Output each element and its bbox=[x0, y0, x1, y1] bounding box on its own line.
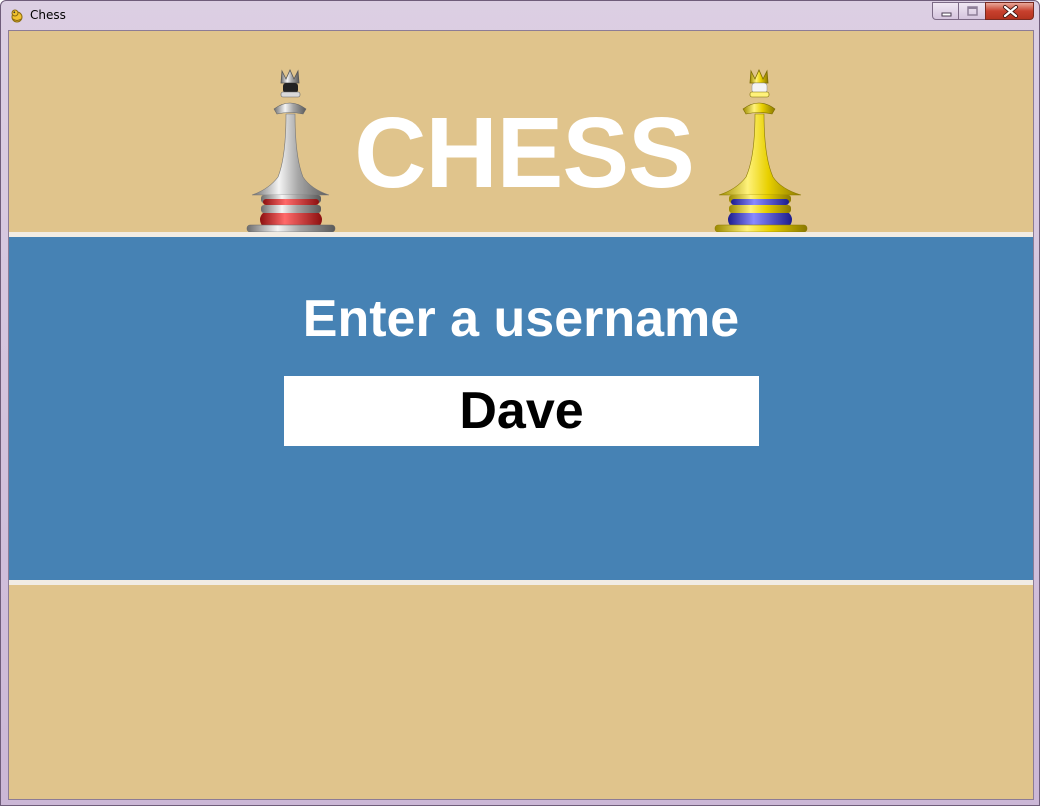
maximize-button[interactable] bbox=[958, 2, 986, 20]
white-queen-icon bbox=[714, 69, 808, 233]
game-canvas: CHESS Enter a username Dave bbox=[8, 30, 1034, 800]
pygame-snake-icon bbox=[10, 8, 24, 23]
minimize-button[interactable] bbox=[932, 2, 959, 20]
username-input[interactable] bbox=[284, 376, 759, 446]
username-prompt: Enter a username bbox=[302, 290, 740, 348]
minimize-icon bbox=[941, 12, 952, 17]
close-button[interactable] bbox=[985, 2, 1034, 20]
window-title: Chess bbox=[30, 8, 66, 22]
close-icon bbox=[1003, 5, 1018, 18]
header-banner: CHESS bbox=[9, 31, 1033, 233]
maximize-icon bbox=[967, 6, 978, 16]
game-title: CHESS bbox=[354, 97, 695, 209]
title-bar[interactable]: Chess bbox=[1, 1, 1039, 30]
username-panel: Enter a username bbox=[9, 237, 1033, 580]
app-window: Chess CHESS Enter a username Dave bbox=[0, 0, 1040, 806]
black-queen-icon bbox=[246, 69, 336, 233]
footer-area bbox=[9, 585, 1033, 799]
